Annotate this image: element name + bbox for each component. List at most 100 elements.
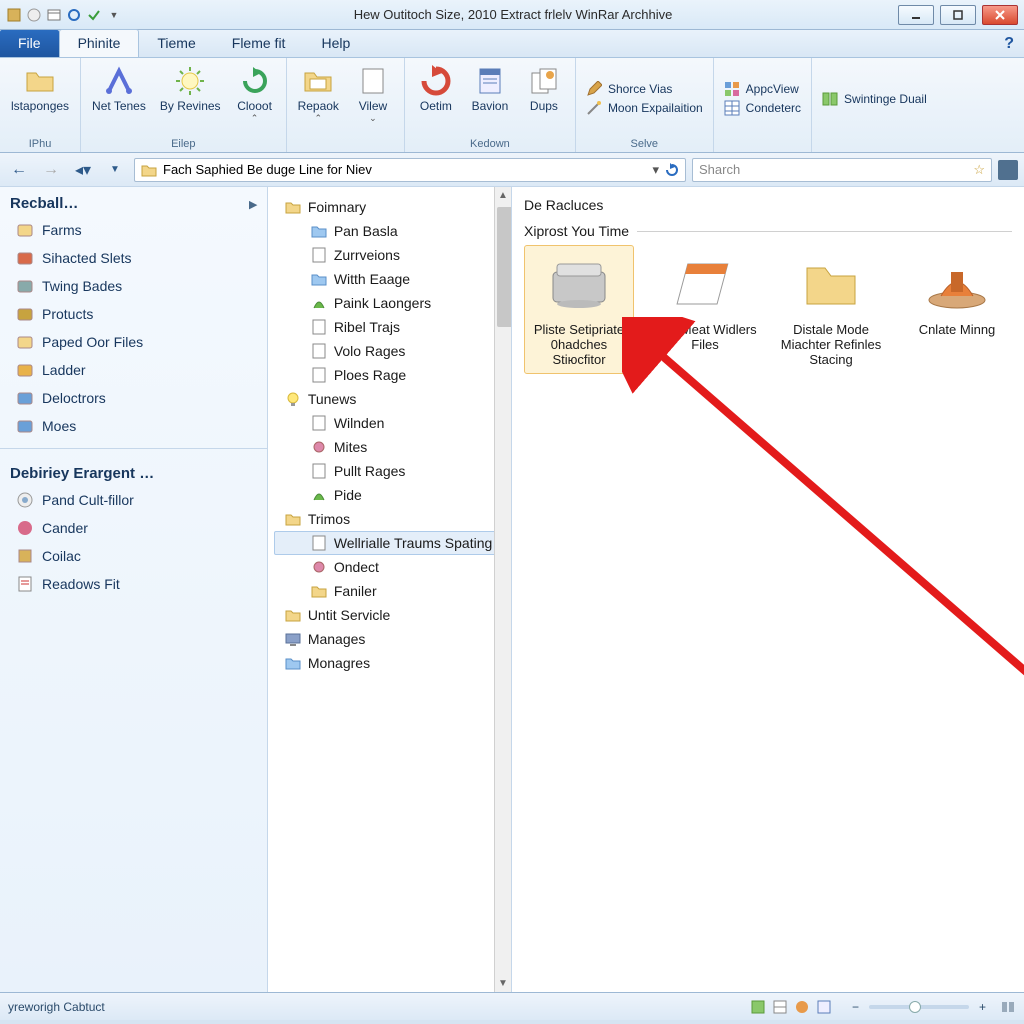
- ribbon-bavion[interactable]: Bavion: [463, 60, 517, 137]
- tree-item[interactable]: Pide: [274, 483, 511, 507]
- scroll-up-icon[interactable]: ▲: [495, 187, 511, 204]
- sidebar-item[interactable]: Moes: [0, 412, 267, 440]
- ribbon-shorce-vias[interactable]: Shorce Vias: [586, 81, 703, 97]
- scroll-thumb[interactable]: [497, 207, 512, 327]
- tree-item-icon: [310, 318, 328, 336]
- tree-item-icon: [284, 198, 302, 216]
- content-item[interactable]: Distale Mode Miachter Refinles Stacing: [776, 245, 886, 374]
- tab-file[interactable]: File: [0, 30, 59, 57]
- sidebar-item[interactable]: Twing Bades: [0, 272, 267, 300]
- refresh-icon[interactable]: [665, 163, 679, 177]
- favorites-heading-2[interactable]: Debiriey Erargent …: [0, 457, 267, 486]
- minimize-button[interactable]: [898, 5, 934, 25]
- ribbon-swintinge-duail[interactable]: Swintinge Duail: [822, 91, 927, 107]
- status-icon-4[interactable]: [816, 999, 832, 1015]
- star-icon[interactable]: ☆: [973, 162, 985, 178]
- content-item[interactable]: Cnlate Minng: [902, 245, 1012, 344]
- zoom-in-button[interactable]: +: [979, 1000, 986, 1014]
- qat-icon-3[interactable]: [66, 7, 82, 23]
- ribbon-oetim[interactable]: Oetim: [409, 60, 463, 137]
- qat-icon-1[interactable]: [26, 7, 42, 23]
- scrollbar[interactable]: ▲ ▼: [494, 187, 511, 992]
- ribbon-istaponges[interactable]: lstaponges: [4, 60, 76, 137]
- address-dropdown-icon[interactable]: ▾: [652, 162, 659, 178]
- tree-item[interactable]: Pan Basla: [274, 219, 511, 243]
- sidebar-item-icon: [16, 361, 34, 379]
- maximize-button[interactable]: [940, 5, 976, 25]
- tree-item-icon: [310, 534, 328, 552]
- sidebar-item-label: Protucts: [42, 306, 93, 322]
- tree-item[interactable]: Untit Servicle: [274, 603, 511, 627]
- tree-item[interactable]: Zurrveions: [274, 243, 511, 267]
- ribbon-appcview[interactable]: AppcView: [724, 81, 801, 97]
- scroll-down-icon[interactable]: ▼: [495, 975, 511, 992]
- tree-item[interactable]: Wilnden: [274, 411, 511, 435]
- ribbon-moon-expailaition[interactable]: Moon Expailaition: [586, 100, 703, 116]
- sidebar-item[interactable]: Protucts: [0, 300, 267, 328]
- ribbon-repaok[interactable]: Repaok ⌃: [291, 60, 346, 137]
- ribbon-net-tenes[interactable]: Net Tenes: [85, 60, 153, 137]
- status-icon-3[interactable]: [794, 999, 810, 1015]
- tree-item[interactable]: Witth Eaage: [274, 267, 511, 291]
- content-item[interactable]: Pliste Setipriate 0hadches Stiюcfitor: [524, 245, 634, 374]
- sidebar-item[interactable]: Farms: [0, 216, 267, 244]
- zoom-out-button[interactable]: −: [852, 1000, 859, 1014]
- sidebar-item[interactable]: Sihacted Slets: [0, 244, 267, 272]
- tab-help[interactable]: Help: [303, 30, 368, 57]
- tree-item[interactable]: Faniler: [274, 579, 511, 603]
- help-icon[interactable]: ?: [1004, 35, 1014, 57]
- tree-item[interactable]: Mites: [274, 435, 511, 459]
- content-item[interactable]: Mail Meat Widlers Files: [650, 245, 760, 359]
- table-icon: [724, 100, 740, 116]
- status-icon-2[interactable]: [772, 999, 788, 1015]
- ribbon-clooot[interactable]: Clooot ⌃: [228, 60, 282, 137]
- tree-item[interactable]: Volo Rages: [274, 339, 511, 363]
- zoom-knob[interactable]: [909, 1001, 921, 1013]
- up-button[interactable]: ▼: [102, 158, 128, 182]
- window-menu-icon[interactable]: [6, 7, 22, 23]
- tree-item[interactable]: Wellrialle Traums Spating: [274, 531, 511, 555]
- sidebar-item[interactable]: Cander: [0, 514, 267, 542]
- tree-item[interactable]: Paink Laongers: [274, 291, 511, 315]
- favorites-pane: Recball… ▸ Farms Sihacted Slets Twing Ba…: [0, 187, 268, 992]
- sidebar-item[interactable]: Coilac: [0, 542, 267, 570]
- qat-dropdown-icon[interactable]: ▼: [106, 7, 122, 23]
- address-bar[interactable]: Fach Saphied Be duge Line for Niev ▾: [134, 158, 686, 182]
- sidebar-item[interactable]: Paped Oor Files: [0, 328, 267, 356]
- status-icon-1[interactable]: [750, 999, 766, 1015]
- tree-item[interactable]: Ribel Trajs: [274, 315, 511, 339]
- sidebar-item[interactable]: Deloctrors: [0, 384, 267, 412]
- tree-item[interactable]: Pullt Rages: [274, 459, 511, 483]
- pane-toggle-button[interactable]: [998, 160, 1018, 180]
- ribbon-condeterc[interactable]: Condeterc: [724, 100, 801, 116]
- ribbon-by-revines[interactable]: By Revines: [153, 60, 228, 137]
- content-item-label: Pliste Setipriate 0hadches Stiюcfitor: [527, 322, 631, 367]
- qat-icon-2[interactable]: [46, 7, 62, 23]
- tree-item[interactable]: Foimnary: [274, 195, 511, 219]
- tree-item[interactable]: Trimos: [274, 507, 511, 531]
- history-button[interactable]: ◂▾: [70, 158, 96, 182]
- sidebar-item-icon: [16, 417, 34, 435]
- ribbon-dups[interactable]: Dups: [517, 60, 571, 137]
- sidebar-item[interactable]: Ladder: [0, 356, 267, 384]
- tree-item[interactable]: Manages: [274, 627, 511, 651]
- tab-phinite[interactable]: Phinite: [59, 29, 140, 57]
- tab-fleme-fit[interactable]: Fleme fit: [214, 30, 304, 57]
- status-icon-5[interactable]: [1000, 999, 1016, 1015]
- close-button[interactable]: [982, 5, 1018, 25]
- zoom-slider[interactable]: [869, 1005, 969, 1009]
- tree-item[interactable]: Ondect: [274, 555, 511, 579]
- tree-item[interactable]: Ploes Rage: [274, 363, 511, 387]
- tab-tieme[interactable]: Tieme: [139, 30, 213, 57]
- back-button[interactable]: ←: [6, 158, 32, 182]
- subsection-heading: Xiprost You Time: [524, 223, 1012, 245]
- ribbon-vilew[interactable]: Vilew ⌄: [346, 60, 400, 137]
- sidebar-item[interactable]: Pand Cult-fillor: [0, 486, 267, 514]
- favorites-heading-1[interactable]: Recball… ▸: [0, 187, 267, 216]
- forward-button[interactable]: →: [38, 158, 64, 182]
- sidebar-item[interactable]: Readows Fit: [0, 570, 267, 598]
- tree-item[interactable]: Tunews: [274, 387, 511, 411]
- qat-icon-4[interactable]: [86, 7, 102, 23]
- search-input[interactable]: Sharch ☆: [692, 158, 992, 182]
- tree-item[interactable]: Monagres: [274, 651, 511, 675]
